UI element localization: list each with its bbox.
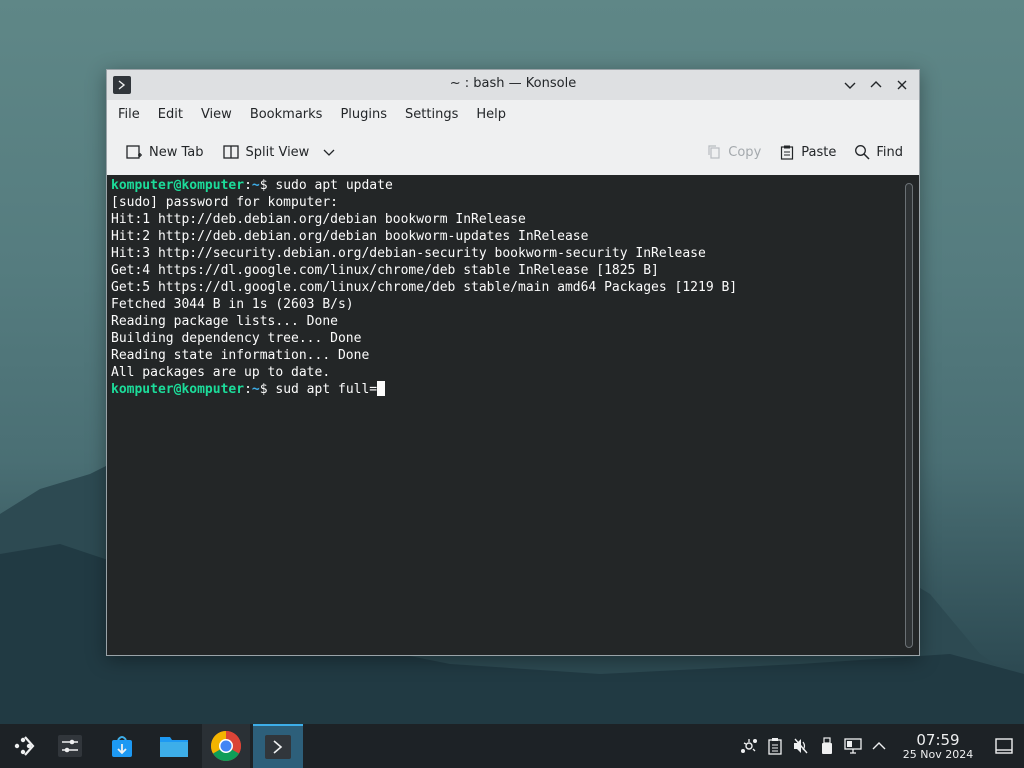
chrome-icon <box>210 731 242 762</box>
system-settings-button[interactable] <box>46 724 94 768</box>
prompt-symbol: $ <box>259 382 276 397</box>
show-desktop-icon <box>995 738 1013 754</box>
chevron-up-icon <box>870 81 882 88</box>
menu-edit[interactable]: Edit <box>149 100 192 130</box>
file-manager-icon <box>160 737 188 757</box>
find-button[interactable]: Find <box>848 140 909 164</box>
output-line: Hit:3 http://security.debian.org/debian-… <box>111 246 706 261</box>
window-title: ~ : bash — Konsole <box>449 76 577 91</box>
split-view-label: Split View <box>245 144 310 160</box>
prompt-separator: : <box>244 178 252 193</box>
taskbar: 07:59 25 Nov 2024 <box>0 724 1024 768</box>
network-icon <box>741 739 757 753</box>
output-line: All packages are up to date. <box>111 365 331 380</box>
clipboard-icon <box>768 738 782 755</box>
toolbar: New Tab Split View Copy Paste Find <box>107 130 919 174</box>
split-view-button[interactable]: Split View <box>216 139 342 165</box>
show-hidden-icons-button[interactable] <box>866 724 892 768</box>
maximize-button[interactable] <box>865 74 887 96</box>
output-line: Get:5 https://dl.google.com/linux/chrome… <box>111 280 738 295</box>
copy-icon <box>708 145 720 159</box>
menu-bookmarks[interactable]: Bookmarks <box>241 100 332 130</box>
konsole-icon <box>265 735 291 759</box>
display-icon <box>844 738 862 754</box>
application-launcher-icon <box>14 736 35 756</box>
paste-label: Paste <box>801 144 837 160</box>
command-text: sudo apt update <box>275 178 393 193</box>
scrollbar[interactable] <box>905 183 913 648</box>
file-manager-button[interactable] <box>150 724 198 768</box>
terminal-area[interactable]: komputer@komputer:~$ sudo apt update [sud… <box>107 175 919 655</box>
output-line: Reading state information... Done <box>111 348 370 363</box>
application-launcher-button[interactable] <box>0 724 48 768</box>
prompt-path: ~ <box>251 178 260 193</box>
menu-bar: File Edit View Bookmarks Plugins Setting… <box>107 100 919 130</box>
prompt-path: ~ <box>251 382 260 397</box>
konsole-window: ~ : bash — Konsole File Edit View Bookma… <box>106 69 920 656</box>
discover-store-button[interactable] <box>98 724 146 768</box>
split-view-icon <box>222 145 239 159</box>
show-desktop-button[interactable] <box>984 724 1024 768</box>
close-button[interactable] <box>891 74 913 96</box>
clock[interactable]: 07:59 25 Nov 2024 <box>898 732 978 761</box>
paste-button[interactable]: Paste <box>773 140 842 164</box>
output-line: Building dependency tree... Done <box>111 331 362 346</box>
paste-icon <box>781 145 794 160</box>
chevron-down-icon <box>844 82 856 89</box>
output-line: Fetched 3044 B in 1s (2603 B/s) <box>111 297 354 312</box>
konsole-taskbar-button[interactable] <box>253 724 303 768</box>
output-line: Get:4 https://dl.google.com/linux/chrome… <box>111 263 659 278</box>
minimize-button[interactable] <box>839 74 861 96</box>
chevron-down-icon <box>323 149 335 156</box>
usb-device-button[interactable] <box>814 724 840 768</box>
menu-settings[interactable]: Settings <box>396 100 467 130</box>
menu-help[interactable]: Help <box>467 100 515 130</box>
text-cursor <box>377 381 386 396</box>
usb-device-icon <box>822 737 832 754</box>
menu-view[interactable]: View <box>192 100 241 130</box>
clipboard-button[interactable] <box>762 724 788 768</box>
display-button[interactable] <box>840 724 866 768</box>
new-tab-label: New Tab <box>149 144 204 160</box>
prompt-separator: : <box>244 382 252 397</box>
prompt-line: komputer@komputer:~$ sudo apt update <box>111 177 737 194</box>
close-icon <box>897 80 907 90</box>
volume-button[interactable] <box>788 724 814 768</box>
prompt-user: komputer@komputer <box>111 382 245 397</box>
prompt-symbol: $ <box>259 178 276 193</box>
chevron-up-icon <box>872 742 886 750</box>
output-line: Hit:1 http://deb.debian.org/debian bookw… <box>111 212 526 227</box>
title-bar[interactable]: ~ : bash — Konsole <box>107 70 919 100</box>
output-line: [sudo] password for komputer: <box>111 195 338 210</box>
copy-label: Copy <box>728 144 762 160</box>
clock-date: 25 Nov 2024 <box>902 747 974 761</box>
command-input[interactable]: sud apt full= <box>275 382 377 397</box>
volume-muted-icon <box>794 738 808 754</box>
system-settings-icon <box>58 735 82 757</box>
new-tab-icon <box>126 145 142 159</box>
output-line: Reading package lists... Done <box>111 314 338 329</box>
prompt-user: komputer@komputer <box>111 178 245 193</box>
output-line: Hit:2 http://deb.debian.org/debian bookw… <box>111 229 589 244</box>
search-icon <box>855 145 870 160</box>
chrome-button[interactable] <box>202 724 250 768</box>
find-label: Find <box>876 144 903 160</box>
prompt-line: komputer@komputer:~$ sud apt full= <box>111 381 737 398</box>
menu-file[interactable]: File <box>109 100 149 130</box>
terminal-output: komputer@komputer:~$ sudo apt update [sud… <box>111 177 737 398</box>
discover-store-icon <box>112 736 132 757</box>
menu-plugins[interactable]: Plugins <box>331 100 396 130</box>
system-tray: 07:59 25 Nov 2024 <box>736 724 1024 768</box>
clock-time: 07:59 <box>916 730 960 749</box>
new-tab-button[interactable]: New Tab <box>119 139 210 165</box>
network-button[interactable] <box>736 724 762 768</box>
copy-button[interactable]: Copy <box>700 140 767 164</box>
